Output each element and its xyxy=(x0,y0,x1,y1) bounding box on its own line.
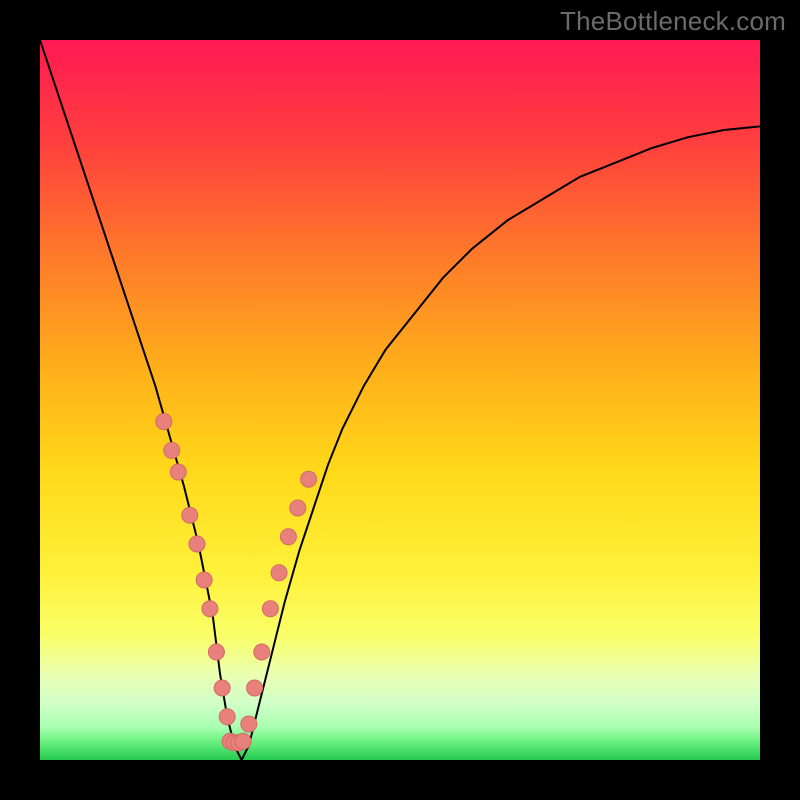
marker-right xyxy=(241,716,257,732)
marker-left xyxy=(219,709,235,725)
marker-bottom xyxy=(235,733,251,749)
marker-right xyxy=(247,680,263,696)
marker-right xyxy=(290,500,306,516)
chart-svg xyxy=(40,40,760,760)
bottleneck-curve xyxy=(40,40,760,760)
marker-left xyxy=(196,572,212,588)
marker-left xyxy=(202,601,218,617)
marker-right xyxy=(262,601,278,617)
plot-area xyxy=(40,40,760,760)
chart-frame: TheBottleneck.com xyxy=(0,0,800,800)
marker-right xyxy=(254,644,270,660)
marker-left xyxy=(208,644,224,660)
marker-left xyxy=(214,680,230,696)
marker-left xyxy=(189,536,205,552)
marker-right xyxy=(301,471,317,487)
marker-right xyxy=(280,529,296,545)
marker-right xyxy=(271,565,287,581)
marker-left xyxy=(164,442,180,458)
marker-left xyxy=(182,507,198,523)
watermark-text: TheBottleneck.com xyxy=(560,6,786,37)
marker-left xyxy=(156,414,172,430)
data-markers xyxy=(156,414,317,751)
marker-left xyxy=(170,464,186,480)
